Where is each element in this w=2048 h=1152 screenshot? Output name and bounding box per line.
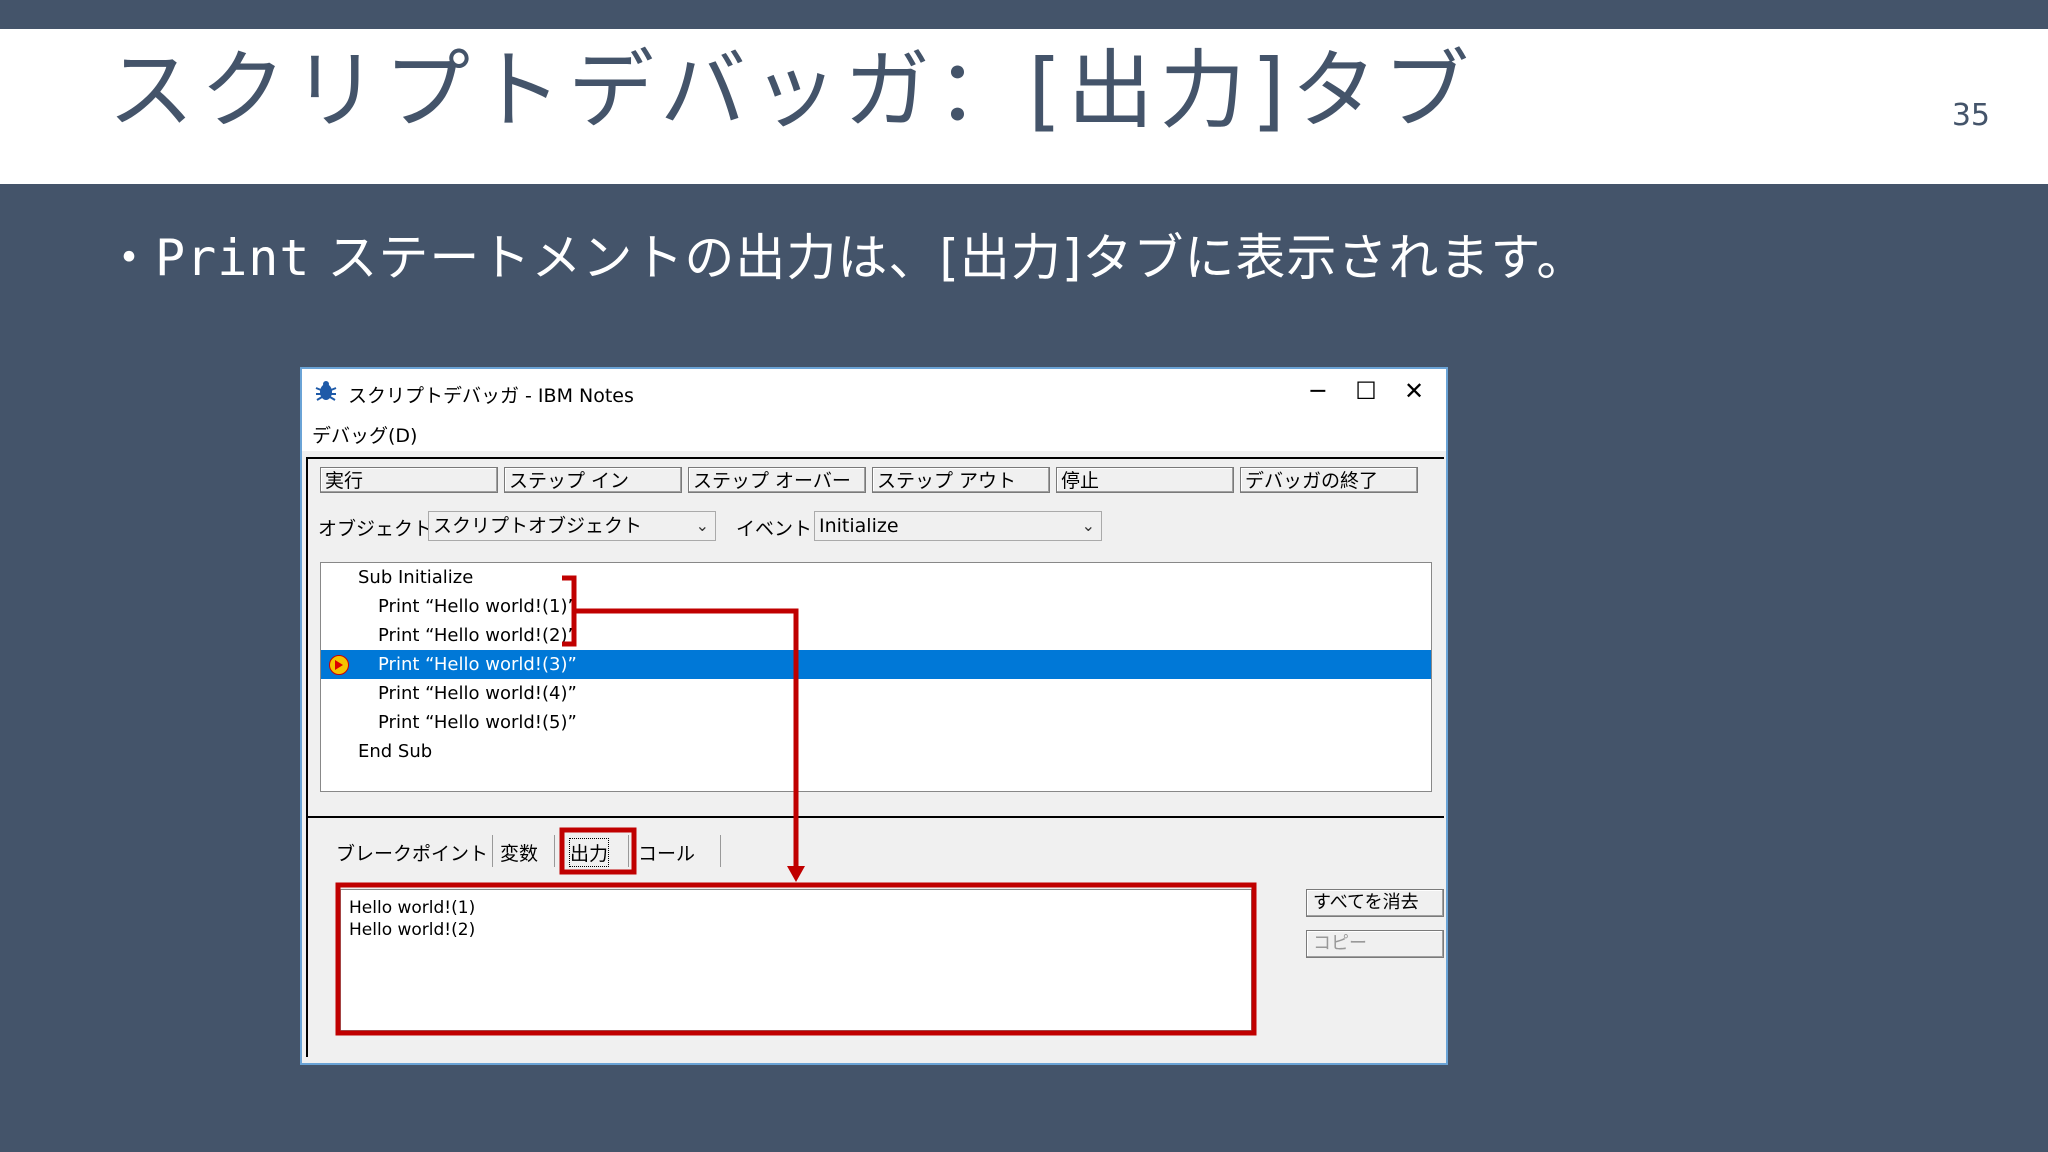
debug-toolbar: 実行 ステップ イン ステップ オーバー ステップ アウト 停止 デバッガの終了 bbox=[308, 457, 1444, 499]
tab-divider bbox=[720, 835, 721, 867]
code-line-current[interactable]: Print “Hello world!(3)” bbox=[321, 650, 1431, 679]
event-label: イベント: bbox=[736, 518, 819, 540]
chevron-down-icon: ⌄ bbox=[695, 516, 709, 535]
page-number: 35 bbox=[1951, 98, 1990, 133]
output-line: Hello world!(2) bbox=[349, 920, 476, 940]
code-line[interactable]: Sub Initialize bbox=[321, 563, 1468, 592]
output-line: Hello world!(1) bbox=[349, 898, 476, 918]
step-out-button[interactable]: ステップ アウト bbox=[872, 467, 1050, 493]
copy-button[interactable]: コピー bbox=[1306, 930, 1444, 958]
tab-output[interactable]: 出力 bbox=[568, 838, 610, 867]
bullet-text: ・Print ステートメントの出力は、[出力]タブに表示されます。 bbox=[104, 218, 1587, 290]
tab-variables[interactable]: 変数 bbox=[500, 839, 538, 866]
bullet-marker: ・ bbox=[104, 229, 155, 287]
chevron-down-icon: ⌄ bbox=[1081, 516, 1095, 535]
code-line[interactable]: Print “Hello world!(1)” bbox=[321, 592, 1488, 621]
left-border bbox=[306, 457, 308, 1057]
code-view[interactable]: Sub Initialize Print “Hello world!(1)” P… bbox=[320, 562, 1432, 792]
current-line-arrow-icon bbox=[329, 655, 349, 675]
step-in-button[interactable]: ステップ イン bbox=[504, 467, 682, 493]
window-title: スクリプトデバッガ - IBM Notes bbox=[348, 385, 634, 407]
object-select[interactable]: スクリプトオブジェクト ⌄ bbox=[428, 511, 716, 541]
event-select[interactable]: Initialize ⌄ bbox=[814, 511, 1102, 541]
tab-divider bbox=[554, 835, 555, 867]
event-select-value: Initialize bbox=[819, 515, 899, 537]
run-button[interactable]: 実行 bbox=[320, 467, 498, 493]
output-pane[interactable]: Hello world!(1) Hello world!(2) bbox=[340, 889, 1252, 1031]
tab-divider bbox=[628, 835, 629, 867]
tab-breakpoints[interactable]: ブレークポイント bbox=[336, 839, 488, 866]
code-line[interactable]: Print “Hello world!(2)” bbox=[321, 621, 1488, 650]
object-label: オブジェクト: bbox=[318, 518, 439, 540]
clear-all-button[interactable]: すべてを消去 bbox=[1306, 889, 1444, 917]
tab-call[interactable]: コール bbox=[638, 839, 695, 866]
bug-icon bbox=[315, 381, 337, 401]
bullet-body: ステートメントの出力は、[出力]タブに表示されます。 bbox=[310, 229, 1588, 287]
menu-bar: デバッグ(D) bbox=[302, 413, 1446, 451]
bullet-code: Print bbox=[155, 229, 311, 287]
code-line[interactable]: End Sub bbox=[321, 737, 1468, 766]
close-button[interactable]: ✕ bbox=[1386, 373, 1442, 409]
debugger-window: スクリプトデバッガ - IBM Notes ─ ☐ ✕ デバッグ(D) 実行 ス… bbox=[300, 367, 1448, 1065]
pane-separator bbox=[308, 816, 1444, 818]
stop-button[interactable]: 停止 bbox=[1056, 467, 1234, 493]
step-over-button[interactable]: ステップ オーバー bbox=[688, 467, 866, 493]
code-line[interactable]: Print “Hello world!(4)” bbox=[321, 679, 1488, 708]
window-titlebar: スクリプトデバッガ - IBM Notes ─ ☐ ✕ bbox=[302, 369, 1446, 413]
slide-title: スクリプトデバッガ：[出力]タブ bbox=[108, 41, 1476, 141]
exit-debugger-button[interactable]: デバッガの終了 bbox=[1240, 467, 1418, 493]
code-line[interactable]: Print “Hello world!(5)” bbox=[321, 708, 1488, 737]
code-line-current-text: Print “Hello world!(3)” bbox=[378, 654, 577, 675]
object-select-value: スクリプトオブジェクト bbox=[433, 515, 643, 537]
menu-debug[interactable]: デバッグ(D) bbox=[312, 421, 417, 448]
tab-divider bbox=[492, 835, 493, 867]
